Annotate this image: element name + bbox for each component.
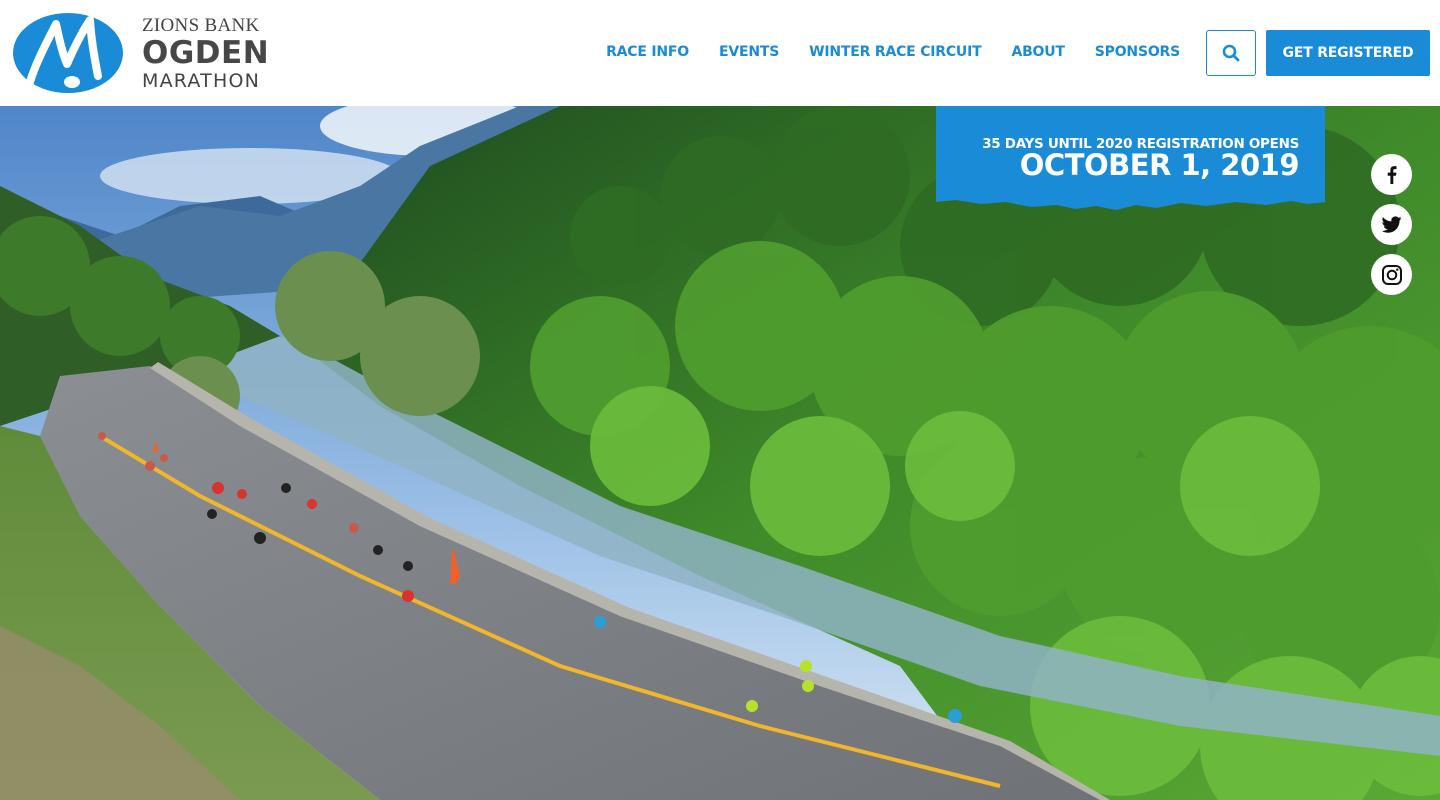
instagram-link[interactable]	[1371, 254, 1412, 295]
nav-about[interactable]: ABOUT	[1011, 44, 1065, 60]
site-logo[interactable]: ZIONS BANK OGDEN MARATHON	[12, 12, 292, 96]
nav-winter-race-circuit[interactable]: WINTER RACE CIRCUIT	[809, 44, 982, 60]
logo-line-ogden: OGDEN	[142, 35, 270, 71]
social-links	[1371, 154, 1413, 304]
facebook-link[interactable]	[1371, 154, 1412, 195]
search-button[interactable]	[1206, 30, 1256, 76]
marathon-logo-icon	[13, 13, 123, 93]
get-registered-button[interactable]: GET REGISTERED	[1266, 30, 1430, 76]
twitter-icon	[1381, 215, 1401, 233]
logo-line-zions: ZIONS BANK	[142, 15, 260, 36]
facebook-icon	[1387, 165, 1396, 184]
nav-events[interactable]: EVENTS	[719, 44, 779, 60]
hero-banner: 35 DAYS UNTIL 2020 REGISTRATION OPENS OC…	[0, 106, 1440, 800]
twitter-link[interactable]	[1371, 204, 1412, 245]
registration-countdown-banner: 35 DAYS UNTIL 2020 REGISTRATION OPENS OC…	[936, 106, 1325, 214]
nav-race-info[interactable]: RACE INFO	[606, 44, 689, 60]
logo-wordmark: ZIONS BANK OGDEN MARATHON	[142, 15, 292, 92]
site-header: ZIONS BANK OGDEN MARATHON RACE INFO EVEN…	[0, 0, 1440, 106]
main-nav: RACE INFO EVENTS WINTER RACE CIRCUIT ABO…	[576, 42, 1180, 62]
nav-sponsors[interactable]: SPONSORS	[1095, 44, 1180, 60]
instagram-icon	[1381, 264, 1402, 285]
search-icon	[1222, 44, 1240, 62]
registration-date: OCTOBER 1, 2019	[1019, 148, 1300, 182]
logo-line-marathon: MARATHON	[142, 70, 261, 92]
